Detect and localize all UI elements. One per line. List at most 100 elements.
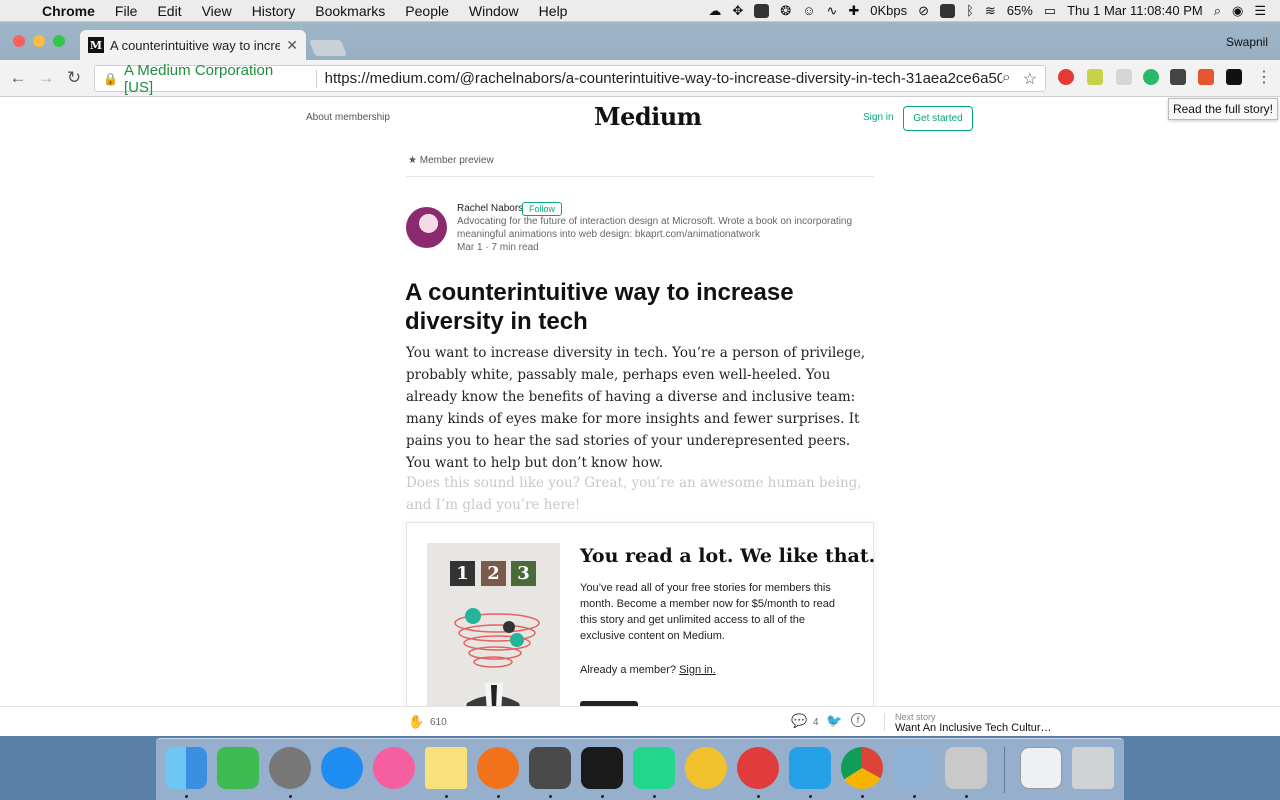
preview-icon[interactable] (893, 747, 935, 789)
tes-icon[interactable] (685, 747, 727, 789)
close-window-button[interactable] (13, 35, 25, 47)
reader-extension-icon[interactable] (1170, 69, 1186, 85)
battery-icon[interactable]: ▭ (1044, 3, 1056, 19)
menu-edit[interactable]: Edit (147, 3, 191, 19)
pocket-extension-icon[interactable] (1198, 69, 1214, 85)
running-indicator (549, 795, 552, 798)
macos-menu-bar: Chrome File Edit View History Bookmarks … (0, 0, 1280, 22)
wifi-icon[interactable]: ≋ (985, 3, 996, 19)
article-paragraph: You want to increase diversity in tech. … (406, 345, 866, 471)
running-indicator (445, 795, 448, 798)
bag-icon[interactable] (940, 3, 956, 18)
profile-name[interactable]: Swapnil (1226, 35, 1268, 49)
plus-status-icon[interactable]: ✚ (848, 3, 859, 19)
about-membership-link[interactable]: About membership (306, 112, 390, 123)
bluetooth-icon[interactable]: ᛒ (966, 3, 974, 18)
menu-people[interactable]: People (395, 3, 459, 19)
menu-history[interactable]: History (242, 3, 306, 19)
bookmark-star-icon[interactable]: ☆ (1023, 69, 1037, 89)
terminal-icon[interactable] (581, 747, 623, 789)
opera-extension-icon[interactable] (1058, 69, 1074, 85)
responses-icon[interactable]: 💬 (791, 713, 807, 729)
system-preferences-icon[interactable] (269, 747, 311, 789)
reload-icon[interactable]: ↻ (60, 68, 88, 88)
zoom-window-button[interactable] (53, 35, 65, 47)
siri-icon[interactable]: ◉ (1232, 3, 1243, 19)
running-indicator (185, 795, 188, 798)
lock-icon[interactable]: 🔒 (103, 72, 118, 86)
facetime-icon[interactable] (217, 747, 259, 789)
v-extension-icon[interactable] (1116, 69, 1132, 85)
grammarly-extension-icon[interactable] (1143, 69, 1159, 85)
battery-percent[interactable]: 65% (1007, 3, 1033, 18)
network-speed[interactable]: 0Kbps (870, 3, 907, 18)
sign-in-link[interactable]: Sign in (863, 112, 894, 123)
running-indicator (757, 795, 760, 798)
spotlight-icon[interactable]: ⌕ (1214, 3, 1221, 19)
clock[interactable]: Thu 1 Mar 11:08:40 PM (1067, 3, 1203, 18)
member-preview-label: ★ Member preview (408, 155, 494, 166)
next-story-label: Next story (895, 712, 936, 722)
sync-icon[interactable]: ⊘ (918, 3, 929, 19)
cloud-icon[interactable]: ☁ (708, 3, 721, 19)
menu-window[interactable]: Window (459, 3, 529, 19)
notification-center-icon[interactable]: ☰ (1254, 3, 1266, 19)
paywall-member-line: Already a member? Sign in. (580, 664, 716, 676)
site-identity[interactable]: A Medium Corporation [US] (124, 62, 306, 96)
menu-help[interactable]: Help (529, 3, 578, 19)
next-story-link[interactable]: Want An Inclusive Tech Cultur… (895, 722, 1052, 734)
back-icon[interactable]: ← (4, 68, 32, 88)
dropbox-icon[interactable]: ✥ (732, 3, 743, 19)
browser-tab[interactable]: M A counterintuitive way to increase div… (80, 30, 306, 60)
chrome-icon[interactable] (841, 747, 883, 789)
pycharm-icon[interactable] (633, 747, 675, 789)
post-date: Mar 1 · 7 min read (457, 242, 539, 253)
firefox-icon[interactable] (477, 747, 519, 789)
twitter-icon[interactable]: 🐦 (826, 713, 842, 729)
clap-icon[interactable]: ✋ (408, 714, 424, 730)
screenshot-icon[interactable] (1020, 747, 1062, 789)
zoom-icon[interactable]: ⌕ (1002, 69, 1011, 89)
author-avatar[interactable] (406, 207, 447, 248)
chrome-menu-icon[interactable]: ⋮ (1256, 67, 1272, 87)
activity-icon[interactable]: ∿ (826, 3, 837, 19)
minimize-window-button[interactable] (33, 35, 45, 47)
new-tab-button[interactable] (309, 40, 347, 56)
paywall-signin-link[interactable]: Sign in. (679, 664, 716, 676)
forward-icon[interactable]: → (32, 68, 60, 88)
finder-icon[interactable] (165, 747, 207, 789)
author-name[interactable]: Rachel Nabors (457, 203, 523, 214)
bookmark-status-icon[interactable] (754, 3, 770, 18)
medium-logo[interactable]: Medium (594, 102, 702, 131)
sublime-text-icon[interactable] (529, 747, 571, 789)
menu-file[interactable]: File (105, 3, 148, 19)
running-indicator (289, 795, 292, 798)
facebook-icon[interactable]: f (851, 713, 865, 727)
url-text[interactable]: https://medium.com/@rachelnabors/a-count… (325, 70, 1002, 87)
follow-button[interactable]: Follow (522, 202, 563, 216)
vscode-icon[interactable] (789, 747, 831, 789)
notes-icon[interactable] (425, 747, 467, 789)
cat-icon[interactable]: ☺ (802, 3, 815, 18)
trash-icon[interactable] (1072, 747, 1114, 789)
medium-favicon-icon: M (88, 37, 104, 53)
menu-app-name[interactable]: Chrome (32, 3, 105, 19)
medium-page: About membership Medium Sign in Get star… (0, 97, 1280, 735)
medium-extension-icon[interactable] (1226, 69, 1242, 85)
owl-icon[interactable]: ❂ (780, 3, 791, 19)
bear-icon[interactable] (737, 747, 779, 789)
itunes-icon[interactable] (373, 747, 415, 789)
image-extension-icon[interactable] (1087, 69, 1103, 85)
running-indicator (965, 795, 968, 798)
get-started-button[interactable]: Get started (903, 106, 973, 131)
app-store-icon[interactable] (321, 747, 363, 789)
paywall-title: You read a lot. We like that. (580, 545, 876, 567)
menu-bookmarks[interactable]: Bookmarks (305, 3, 395, 19)
menu-view[interactable]: View (192, 3, 242, 19)
address-bar[interactable]: 🔒 A Medium Corporation [US] https://medi… (94, 62, 1046, 96)
tab-close-icon[interactable]: ✕ (286, 37, 298, 54)
paywall-text: You’ve read all of your free stories for… (580, 582, 835, 642)
scissors-icon[interactable] (945, 747, 987, 789)
running-indicator (809, 795, 812, 798)
author-bio: Advocating for the future of interaction… (457, 216, 853, 240)
